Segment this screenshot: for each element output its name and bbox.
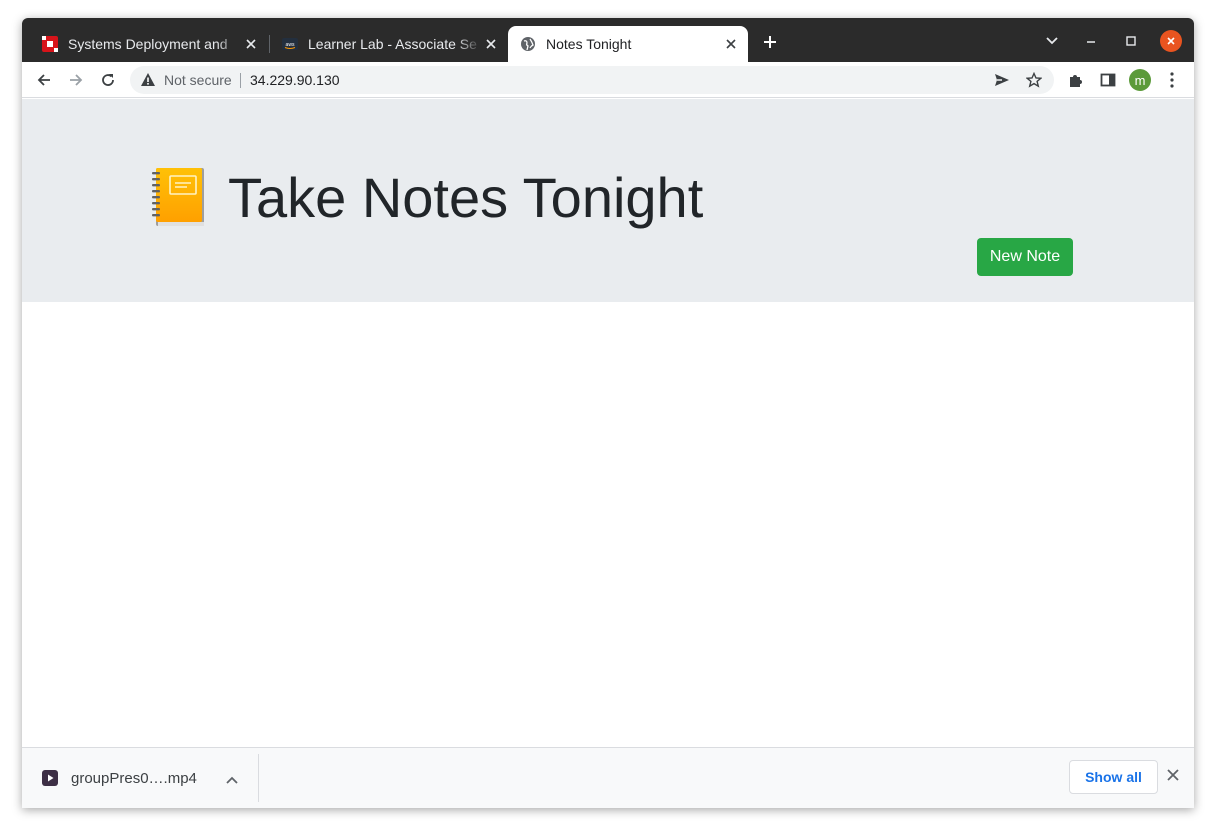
warning-icon[interactable] bbox=[140, 72, 156, 93]
tab-title: Learner Lab - Associate Se bbox=[308, 36, 477, 52]
url-text[interactable]: 34.229.90.130 bbox=[250, 72, 340, 88]
page-title: Take Notes Tonight bbox=[228, 166, 704, 229]
tab-systems-deployment[interactable]: Systems Deployment and bbox=[30, 26, 268, 62]
side-panel-icon[interactable] bbox=[1096, 68, 1120, 92]
svg-text:aws: aws bbox=[286, 42, 295, 48]
tab-search-chevron-icon[interactable] bbox=[1041, 30, 1063, 52]
red-app-favicon-icon bbox=[42, 36, 58, 52]
tab-title: Notes Tonight bbox=[546, 36, 632, 52]
send-tab-icon[interactable] bbox=[992, 70, 1012, 90]
extensions-puzzle-icon[interactable] bbox=[1064, 68, 1088, 92]
download-file-name: groupPres0….mp4 bbox=[71, 770, 197, 787]
minimize-icon[interactable] bbox=[1080, 30, 1102, 52]
address-divider bbox=[240, 73, 241, 88]
notebook-icon bbox=[150, 164, 206, 233]
new-tab-button[interactable] bbox=[760, 32, 780, 52]
close-tab-icon[interactable] bbox=[242, 35, 260, 53]
tab-title: Systems Deployment and bbox=[68, 36, 228, 52]
show-all-button[interactable]: Show all bbox=[1069, 760, 1158, 794]
close-download-bar-icon[interactable] bbox=[1167, 768, 1179, 786]
back-icon[interactable] bbox=[32, 68, 56, 92]
tab-strip: Systems Deployment and aws Learner Lab -… bbox=[22, 18, 1194, 62]
tab-notes-tonight[interactable]: Notes Tonight bbox=[508, 26, 748, 62]
new-note-button[interactable]: New Note bbox=[977, 238, 1073, 276]
download-item[interactable]: groupPres0….mp4 bbox=[22, 754, 259, 802]
globe-favicon-icon bbox=[520, 36, 536, 52]
close-tab-icon[interactable] bbox=[482, 35, 500, 53]
close-window-icon[interactable] bbox=[1160, 30, 1182, 52]
browser-window: Systems Deployment and aws Learner Lab -… bbox=[22, 18, 1194, 808]
page-viewport: Take Notes Tonight New Note bbox=[22, 99, 1194, 747]
security-label[interactable]: Not secure bbox=[164, 72, 232, 88]
reload-icon[interactable] bbox=[96, 68, 120, 92]
forward-icon[interactable] bbox=[64, 68, 88, 92]
aws-favicon-icon: aws bbox=[282, 36, 298, 52]
download-bar: groupPres0….mp4 Show all bbox=[22, 747, 1194, 808]
more-menu-icon[interactable] bbox=[1160, 68, 1184, 92]
header-jumbotron: Take Notes Tonight New Note bbox=[22, 99, 1194, 302]
browser-toolbar: Not secure 34.229.90.130 m bbox=[22, 62, 1194, 98]
address-bar[interactable]: Not secure 34.229.90.130 bbox=[130, 66, 1054, 94]
video-file-icon bbox=[42, 770, 58, 791]
chevron-up-icon[interactable] bbox=[226, 771, 238, 789]
tab-learner-lab[interactable]: aws Learner Lab - Associate Se bbox=[270, 26, 508, 62]
profile-avatar[interactable]: m bbox=[1129, 69, 1151, 91]
close-tab-icon[interactable] bbox=[722, 35, 740, 53]
maximize-icon[interactable] bbox=[1120, 30, 1142, 52]
bookmark-star-icon[interactable] bbox=[1024, 70, 1044, 90]
